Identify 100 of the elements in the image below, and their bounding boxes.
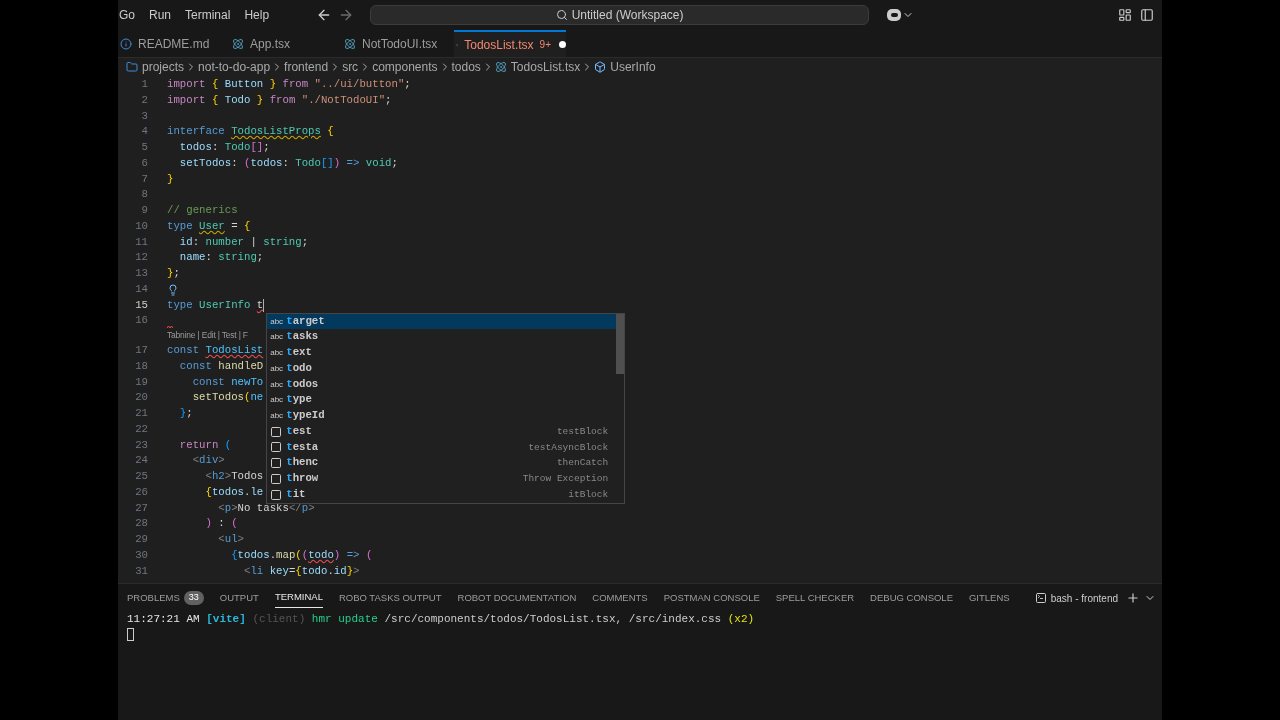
code-token: } [346,563,354,579]
breadcrumb-item[interactable]: src [342,58,359,76]
code-token: ( [224,437,232,453]
layout-icon[interactable] [1118,8,1132,22]
code-token: setTodos [191,390,244,406]
add-terminal-icon[interactable] [1126,591,1140,605]
breadcrumb-item[interactable]: todos [451,58,481,76]
code-token: < [217,532,225,547]
code-token: void [365,155,392,171]
code-token: from [268,92,297,108]
suggestion-item[interactable]: abc text [267,345,617,361]
line-number: 21 [134,406,148,421]
suggestion-item[interactable]: test testBlock [267,423,617,440]
suggestion-item[interactable]: abc todos [267,376,617,393]
code-token: : [192,234,201,250]
lightbulb-icon[interactable] [167,283,179,296]
command-center[interactable]: Untitled (Workspace) [370,5,870,25]
code-token: => [345,155,361,171]
code-token: } [269,77,277,92]
line-number: 22 [134,421,148,437]
code-token: ; [186,406,193,421]
word-icon: abc [270,376,285,393]
line-number: 14 [134,281,148,297]
code-token: import [167,77,207,92]
code-token: const [178,358,213,374]
line-number: 19 [134,374,148,390]
menu-item[interactable]: Help [237,6,277,24]
panel-tab[interactable]: ROBO TASKS OUTPUT [338,588,442,608]
suggestion-item[interactable]: abc typeId [267,408,617,424]
suggestion-item[interactable]: throw Throw Exception [267,471,617,487]
panel-tab[interactable]: GITLENS [969,588,1010,608]
terminal-line: 11:27:21 AM [vite] (client) hmr update /src/components/todos/TodosList.tsx, /src/index.css (x2) [127,612,756,627]
line-number: 17 [134,343,148,358]
code-token: le [250,484,264,500]
suggestion-item[interactable]: tit itBlock [267,486,617,503]
menu-item[interactable]: Go [118,6,142,24]
terminal-cursor [127,628,134,641]
snippet-icon [270,441,283,454]
search-icon [555,9,568,21]
code-token: ; [391,155,398,171]
sidebar-toggle-icon[interactable] [1140,8,1154,22]
suggestion-item[interactable]: testa testAsyncBlock [267,439,617,456]
line-number: 20 [134,390,148,406]
code-token: [] [320,155,334,171]
breadcrumb-item[interactable]: components [372,58,438,76]
problem-count: 9+ [539,38,551,52]
code-token: interface [167,124,226,140]
code-token: ( [243,390,251,406]
suggestion-label: throw [286,471,319,486]
line-number: 9 [140,203,148,218]
line-number: 24 [134,453,148,469]
line-number: 3 [140,108,148,124]
code-token: p [224,500,232,516]
panel-tab[interactable]: DEBUG CONSOLE [870,588,953,608]
editor-tab[interactable]: App.tsx [230,30,342,57]
suggestion-label: todos [286,376,319,392]
editor-tab[interactable]: TodosList.tsx 9+ [454,30,566,57]
code-token: todos [250,155,283,171]
panel-tab[interactable]: TERMINAL [274,588,323,608]
breadcrumb-item[interactable]: TodosList.tsx [510,58,581,76]
scrollbar-thumb[interactable] [616,313,625,374]
word-icon: abc [270,345,285,361]
terminal-name[interactable]: bash - frontend [1050,590,1118,606]
suggestion-item[interactable]: abc type [267,392,617,408]
editor-tab[interactable]: NotTodoUI.tsx [342,30,454,57]
code-token: { [211,92,219,108]
line-number: 29 [134,532,148,547]
code-token: ne [250,390,264,406]
code-token: UserInfo [199,297,252,313]
suggestion-label: thenc [286,455,319,471]
suggestion-item[interactable]: thenc thenCatch [267,455,617,471]
breadcrumb-item[interactable]: projects [142,58,185,76]
panel-tab[interactable]: POSTMAN CONSOLE [663,588,760,608]
breadcrumb-item[interactable]: not-to-do-app [198,58,271,76]
line-number: 12 [134,250,148,266]
code-token: handleD [218,358,264,374]
code-token: ( [231,516,238,532]
panel-tab[interactable]: OUTPUT [219,588,259,608]
suggestion-item[interactable]: abc tasks [267,329,617,345]
code-token: Todos [231,469,264,484]
code-token: No tasks [237,500,289,516]
panel-tab[interactable]: SPELL CHECKER [775,588,855,608]
menu-item[interactable]: Run [142,6,179,24]
panel-tab[interactable]: ROBOT DOCUMENTATION [457,588,577,608]
code-token: => [345,547,361,563]
suggestion-label: tasks [286,329,319,345]
menu-item[interactable]: Terminal [178,6,238,24]
breadcrumb-item[interactable]: UserInfo [610,58,656,76]
suggestion-item[interactable]: abc target [267,313,617,330]
suggestion-item[interactable]: abc todo [267,360,617,377]
editor-tab[interactable]: README.md [118,30,230,57]
suggestion-label: typeId [286,408,325,423]
code-token: . [327,563,334,579]
code-token: > [231,500,238,516]
code-token: < [204,469,212,484]
codelens[interactable]: Tabnine | Edit | Test | F [167,328,248,344]
panel-tab[interactable]: PROBLEMS 33 [127,588,204,608]
panel-tab[interactable]: COMMENTS [592,588,648,608]
code-token: todo [308,547,334,563]
breadcrumb-item[interactable]: frontend [284,58,329,76]
